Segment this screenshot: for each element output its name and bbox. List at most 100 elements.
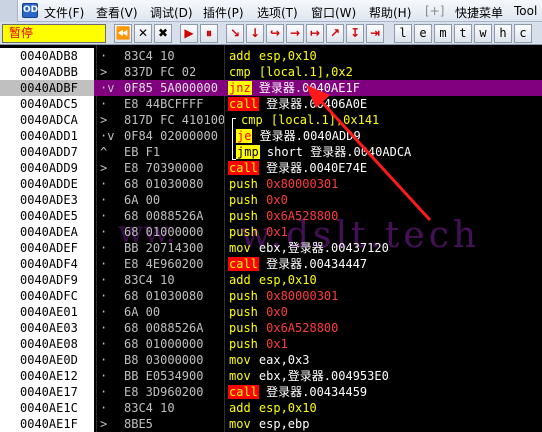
row-hex-bytes: 68 01000000 (124, 337, 204, 351)
disasm-row[interactable]: 0040ADF4 · E8 4E960200 call 登录器.00434447 (0, 256, 542, 272)
disasm-row[interactable]: 0040ADD9 > E8 70390000 call 登录器.0040E74E (0, 160, 542, 176)
disasm-row[interactable]: 0040ADBF ·v 0F85 5A000000 jnz 登录器.0040AE1F (0, 80, 542, 96)
menu-tool[interactable]: Tool (514, 4, 537, 18)
row-instruction: mov esp,ebp (228, 416, 542, 432)
memory-map-button[interactable]: m (434, 24, 452, 43)
row-instruction: call 登录器.00434447 (228, 256, 542, 272)
go-to-icon[interactable]: ↗ (326, 24, 344, 43)
row-instruction: je 登录器.0040ADD9 (228, 128, 542, 144)
row-operands: 登录器.0040AE1F (251, 81, 360, 95)
row-flow-marker: · (100, 369, 108, 383)
row-operands: 登录器.00406A0E (258, 97, 368, 111)
disasm-row[interactable]: 0040ADD1 ·v 0F84 02000000 je 登录器.0040ADD9 (0, 128, 542, 144)
row-instruction: push 0x1 (228, 224, 542, 240)
row-flow-marker: · (100, 337, 108, 351)
row-mnemonic: push (229, 337, 258, 351)
row-mnemonic: jmp (236, 145, 260, 159)
disasm-row[interactable]: 0040AE01 · 6A 00 push 0x0 (0, 304, 542, 320)
disasm-row[interactable]: 0040AE03 · 68 0088526A push 0x6A528800 (0, 320, 542, 336)
row-address: 0040ADBF (0, 80, 94, 96)
disasm-row[interactable]: 0040ADD7 ^ EB F1 jmp short 登录器.0040ADCA (0, 144, 542, 160)
disasm-row[interactable]: 0040ADEA · 68 01000000 push 0x1 (0, 224, 542, 240)
row-flow-marker: · (100, 321, 108, 335)
disasm-row[interactable]: 0040ADE3 · 6A 00 push 0x0 (0, 192, 542, 208)
row-flow-marker: > (100, 417, 108, 431)
disasm-row[interactable]: 0040ADFC · 68 01030080 push 0x80000301 (0, 288, 542, 304)
row-flow-marker: · (100, 177, 108, 191)
row-operands: 0x80000301 (258, 289, 339, 303)
cpu-button[interactable]: c (514, 24, 532, 43)
row-operands: ebx,登录器.00437120 (251, 241, 389, 255)
run-icon[interactable]: ▶ (180, 24, 198, 43)
row-flow-marker: · (100, 385, 108, 399)
disasm-row[interactable]: 0040AE1C · 83C4 10 add esp,0x10 (0, 400, 542, 416)
windows-button[interactable]: w (474, 24, 492, 43)
row-instruction: push 0x1 (228, 336, 542, 352)
row-address: 0040AE08 (0, 336, 94, 352)
disasm-row[interactable]: 0040AE12 · BB E0534900 mov ebx,登录器.004953E0 (0, 368, 542, 384)
handles-button[interactable]: h (494, 24, 512, 43)
menu-window[interactable]: 窗口(W) (311, 4, 356, 21)
row-mnemonic: push (229, 209, 258, 223)
row-mnemonic: push (229, 321, 258, 335)
row-instruction: push 0x80000301 (228, 288, 542, 304)
log-window-button[interactable]: l (394, 24, 412, 43)
executable-modules-button[interactable]: e (414, 24, 432, 43)
row-operands: 0x1 (258, 337, 288, 351)
menu-file[interactable]: 文件(F) (44, 4, 84, 21)
disasm-row[interactable]: 0040AE08 · 68 01000000 push 0x1 (0, 336, 542, 352)
menu-plugins[interactable]: 插件(P) (203, 4, 244, 21)
disasm-row[interactable]: 0040ADBB >837D FC 02 cmp [local.1],0x2 (0, 64, 542, 80)
left-edge-tab (0, 0, 18, 22)
row-address: 0040ADEF (0, 240, 94, 256)
row-operands: 0x0 (258, 305, 288, 319)
disasm-row[interactable]: 0040ADCA >817D FC 41010000 cmp [local.1],0… (0, 112, 542, 128)
cross-icon[interactable]: ✖ (154, 24, 172, 43)
row-instruction: push 0x6A528800 (228, 320, 542, 336)
menu-plus[interactable]: [+] (425, 4, 444, 18)
menu-view[interactable]: 查看(V) (96, 4, 138, 21)
disasm-row[interactable]: 0040ADC5 · E8 44BCFFFF call 登录器.00406A0E (0, 96, 542, 112)
row-hex-bytes: 68 01000000 (124, 225, 204, 239)
row-flow-marker: · (100, 401, 108, 415)
pause-icon[interactable]: ⏸ (200, 24, 218, 43)
threads-button[interactable]: t (454, 24, 472, 43)
row-address: 0040ADD9 (0, 160, 94, 176)
row-hex-bytes: E8 44BCFFFF (124, 97, 204, 111)
row-flow-marker: ·v (100, 129, 115, 143)
row-mnemonic: jnz (228, 81, 252, 95)
animate-into-icon[interactable]: ↪ (266, 24, 284, 43)
row-instruction: call 登录器.00406A0E (228, 96, 542, 112)
row-address: 0040ADDE (0, 176, 94, 192)
animate-over-icon[interactable]: → (286, 24, 304, 43)
rewind-icon[interactable]: ⏪ (114, 24, 132, 43)
row-address: 0040ADCA (0, 112, 94, 128)
menu-options[interactable]: 选项(T) (257, 4, 298, 21)
step-over-icon[interactable]: ↓ (246, 24, 264, 43)
disassembly-pane[interactable]: ww. w.dslt.tech 0040ADB8 · 83C4 10 add esp,… (0, 45, 542, 432)
row-address: 0040AE1C (0, 400, 94, 416)
disasm-row[interactable]: 0040ADF9 · 83C4 10 add esp,0x10 (0, 272, 542, 288)
row-address: 0040ADE3 (0, 192, 94, 208)
row-hex-bytes: B8 03000000 (124, 353, 204, 367)
disasm-row[interactable]: 0040ADDE · 68 01030080 push 0x80000301 (0, 176, 542, 192)
close-icon[interactable]: ✕ (134, 24, 152, 43)
row-instruction: mov eax,0x3 (228, 352, 542, 368)
disasm-row[interactable]: 0040ADB8 · 83C4 10 add esp,0x10 (0, 48, 542, 64)
disasm-row[interactable]: 0040ADEF · BB 20714300 mov ebx,登录器.00437120 (0, 240, 542, 256)
menu-shortcut[interactable]: 快捷菜单 (455, 4, 503, 21)
trace-icon[interactable]: ↧ (346, 24, 364, 43)
app-icon[interactable]: OD (22, 3, 38, 18)
menu-debug[interactable]: 调试(D) (150, 4, 193, 21)
disasm-row[interactable]: 0040ADE5 · 68 0088526A push 0x6A528800 (0, 208, 542, 224)
disasm-row[interactable]: 0040AE1F >8BE5 mov esp,ebp (0, 416, 542, 432)
row-address: 0040ADD7 (0, 144, 94, 160)
trace-over-icon[interactable]: ⇥ (366, 24, 384, 43)
step-into-icon[interactable]: ↘ (226, 24, 244, 43)
disasm-row[interactable]: 0040AE0D · B8 03000000 mov eax,0x3 (0, 352, 542, 368)
menu-help[interactable]: 帮助(H) (369, 4, 411, 21)
status-paused: 暂停 (2, 24, 106, 43)
execute-till-return-icon[interactable]: ↦ (306, 24, 324, 43)
disasm-row[interactable]: 0040AE17 · E8 3D960200 call 登录器.00434459 (0, 384, 542, 400)
row-flow-marker: · (100, 97, 108, 111)
